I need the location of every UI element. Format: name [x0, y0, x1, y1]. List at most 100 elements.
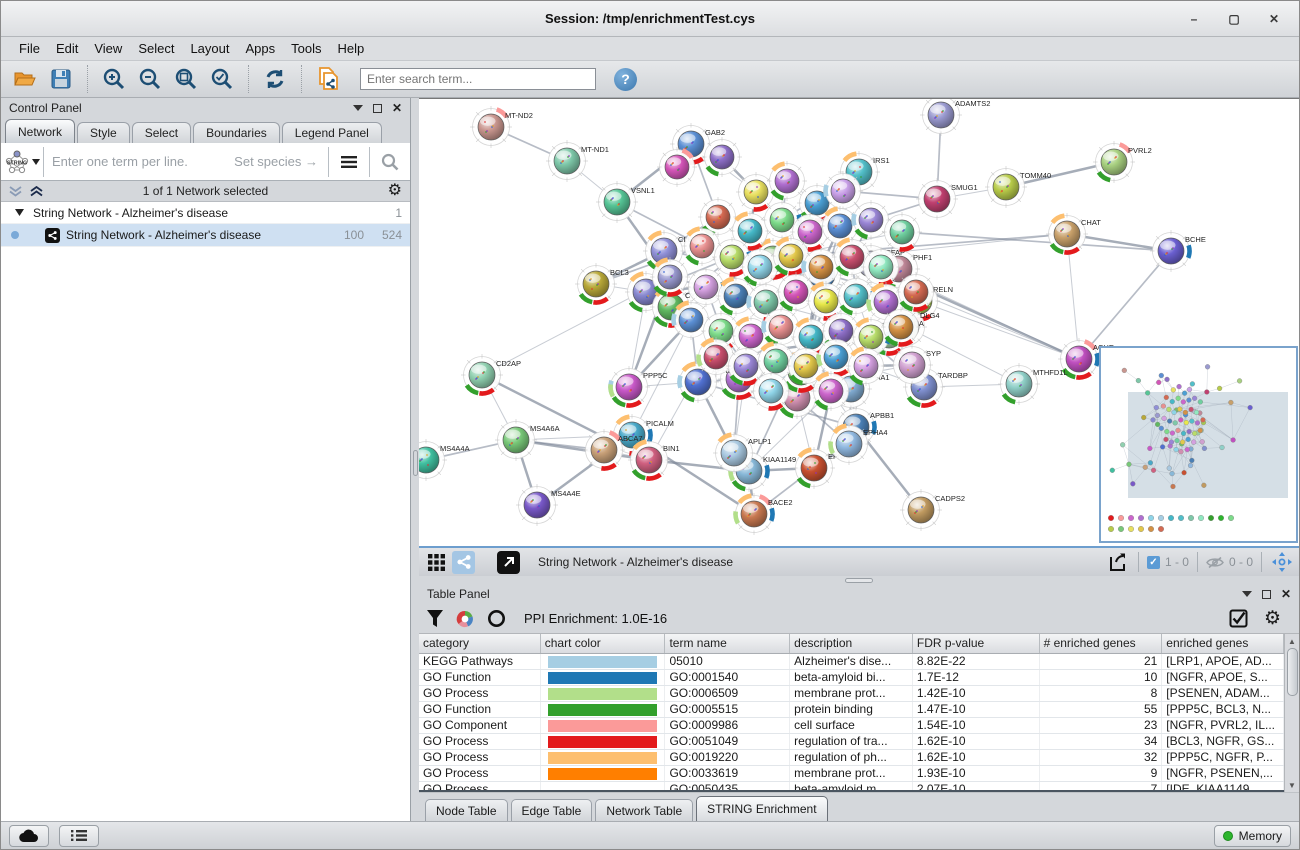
table-row[interactable]: GO ProcessGO:0006509membrane prot...1.42…	[419, 686, 1284, 702]
chart-color-icon[interactable]	[455, 609, 475, 629]
set-species-label[interactable]: Set species →	[234, 154, 318, 169]
memory-label: Memory	[1239, 829, 1282, 843]
table-row[interactable]: GO FunctionGO:0005515protein binding1.47…	[419, 702, 1284, 718]
select-checkbox-icon[interactable]	[1229, 609, 1248, 628]
minimize-button[interactable]: –	[1187, 12, 1201, 26]
table-row[interactable]: GO ProcessGO:0033619membrane prot...1.93…	[419, 766, 1284, 782]
menu-tools[interactable]: Tools	[283, 39, 329, 58]
menu-apps[interactable]: Apps	[238, 39, 284, 58]
save-session-button[interactable]	[45, 64, 77, 94]
column-header-description[interactable]: description	[790, 634, 913, 653]
maximize-button[interactable]: ▢	[1227, 12, 1241, 26]
close-panel-icon[interactable]: ✕	[392, 102, 402, 114]
tab-legend-panel[interactable]: Legend Panel	[282, 122, 382, 143]
detach-view-button[interactable]	[497, 551, 520, 574]
tab-edge-table[interactable]: Edge Table	[511, 799, 593, 821]
menu-view[interactable]: View	[86, 39, 130, 58]
menu-edit[interactable]: Edit	[48, 39, 86, 58]
string-options-button[interactable]	[329, 143, 369, 180]
window-title: Session: /tmp/enrichmentTest.cys	[1, 11, 1299, 26]
hidden-nodes-badge: 0 - 0	[1206, 555, 1253, 569]
scroll-up-button[interactable]: ▲	[1286, 634, 1299, 648]
ring-chart-icon[interactable]	[487, 609, 506, 628]
table-scrollbar[interactable]: ▲ ▼	[1284, 634, 1299, 792]
table-settings-gear-icon[interactable]: ⚙	[1264, 609, 1281, 628]
splitter-handle[interactable]	[413, 450, 418, 476]
menu-layout[interactable]: Layout	[182, 39, 237, 58]
table-cell: 1.42E-10	[913, 686, 1040, 701]
network-options-gear-icon[interactable]: ⚙	[388, 183, 402, 199]
table-splitter[interactable]	[419, 576, 1299, 584]
color-swatch	[548, 656, 658, 668]
network-collection-row[interactable]: String Network - Alzheimer's disease 1	[1, 202, 410, 224]
table-row[interactable]: GO ProcessGO:0019220regulation of ph...1…	[419, 750, 1284, 766]
table-row[interactable]: KEGG Pathways05010Alzheimer's dise...8.8…	[419, 654, 1284, 670]
grid-view-button[interactable]	[425, 551, 448, 574]
close-panel-icon[interactable]: ✕	[1281, 588, 1291, 600]
tab-select[interactable]: Select	[132, 122, 191, 143]
string-logo-button[interactable]: STRING	[1, 143, 43, 180]
help-button[interactable]: ?	[614, 68, 637, 91]
network-view-button[interactable]	[452, 551, 475, 574]
table-cell: 7	[1040, 782, 1163, 792]
memory-button[interactable]: Memory	[1214, 825, 1291, 847]
svg-text:PHF1: PHF1	[913, 253, 932, 262]
filter-icon[interactable]	[427, 610, 443, 628]
table-cell: GO Process	[419, 766, 541, 781]
column-header-term-name[interactable]: term name	[665, 634, 790, 653]
refresh-button[interactable]	[259, 64, 291, 94]
column-header-fdr-p-value[interactable]: FDR p-value	[913, 634, 1040, 653]
zoom-in-button[interactable]	[98, 64, 130, 94]
table-row[interactable]: GO FunctionGO:0001540beta-amyloid bi...1…	[419, 670, 1284, 686]
string-search-button[interactable]	[370, 143, 410, 180]
tab-network-table[interactable]: Network Table	[595, 799, 693, 821]
menu-select[interactable]: Select	[130, 39, 182, 58]
column-header-chart-color[interactable]: chart color	[541, 634, 666, 653]
fit-content-button[interactable]	[1270, 551, 1293, 574]
open-file-button[interactable]	[9, 64, 41, 94]
column-header-enriched-genes[interactable]: enriched genes	[1162, 634, 1284, 653]
network-view-toolbar: String Network - Alzheimer's disease ✓ 1…	[419, 546, 1299, 576]
tab-network[interactable]: Network	[5, 119, 75, 143]
panel-menu-icon[interactable]	[353, 105, 363, 111]
tab-node-table[interactable]: Node Table	[425, 799, 508, 821]
float-panel-icon[interactable]	[373, 104, 382, 113]
main-toolbar: ?	[1, 61, 1299, 98]
panel-menu-icon[interactable]	[1242, 591, 1252, 597]
table-cell: 8.82E-22	[913, 654, 1040, 669]
network-row[interactable]: String Network - Alzheimer's disease 100…	[1, 224, 410, 247]
table-row[interactable]: GO ProcessGO:0051049regulation of tra...…	[419, 734, 1284, 750]
float-panel-icon[interactable]	[1262, 590, 1271, 599]
panel-splitter[interactable]	[411, 98, 419, 821]
svg-text:CHAT: CHAT	[1081, 218, 1101, 227]
table-cell: GO:0051049	[665, 734, 790, 749]
cloud-tasks-button[interactable]	[9, 825, 49, 847]
task-history-button[interactable]	[59, 825, 99, 847]
string-term-input[interactable]	[44, 154, 234, 169]
scroll-down-button[interactable]: ▼	[1286, 778, 1299, 792]
network-canvas[interactable]: MT-ND2MT-ND1VSNL1GAB2IRS1CHATBCHEACHEAPO…	[419, 98, 1299, 546]
table-row[interactable]: GO ProcessGO:0050435beta-amyloid m...2.0…	[419, 782, 1284, 792]
scroll-thumb[interactable]	[1287, 648, 1298, 696]
splitter-handle[interactable]	[845, 578, 873, 583]
menu-help[interactable]: Help	[330, 39, 373, 58]
table-cell: 8	[1040, 686, 1163, 701]
menu-file[interactable]: File	[11, 39, 48, 58]
tab-string-enrichment[interactable]: STRING Enrichment	[696, 796, 827, 821]
tab-style[interactable]: Style	[77, 122, 130, 143]
app-window: Session: /tmp/enrichmentTest.cys – ▢ ✕ F…	[0, 0, 1300, 850]
zoom-out-button[interactable]	[134, 64, 166, 94]
zoom-selected-button[interactable]	[206, 64, 238, 94]
export-network-button[interactable]	[1107, 551, 1130, 574]
clone-network-button[interactable]	[312, 64, 344, 94]
column-header-category[interactable]: category	[419, 634, 541, 653]
close-button[interactable]: ✕	[1267, 12, 1281, 26]
table-row[interactable]: GO ComponentGO:0009986cell surface1.54E-…	[419, 718, 1284, 734]
table-cell: 32	[1040, 750, 1163, 765]
birds-eye-view[interactable]	[1099, 346, 1298, 543]
column-header--enriched-genes[interactable]: # enriched genes	[1040, 634, 1163, 653]
tab-boundaries[interactable]: Boundaries	[193, 122, 280, 143]
search-input[interactable]	[360, 68, 596, 90]
zoom-fit-button[interactable]	[170, 64, 202, 94]
tree-expander-icon[interactable]	[15, 209, 24, 216]
